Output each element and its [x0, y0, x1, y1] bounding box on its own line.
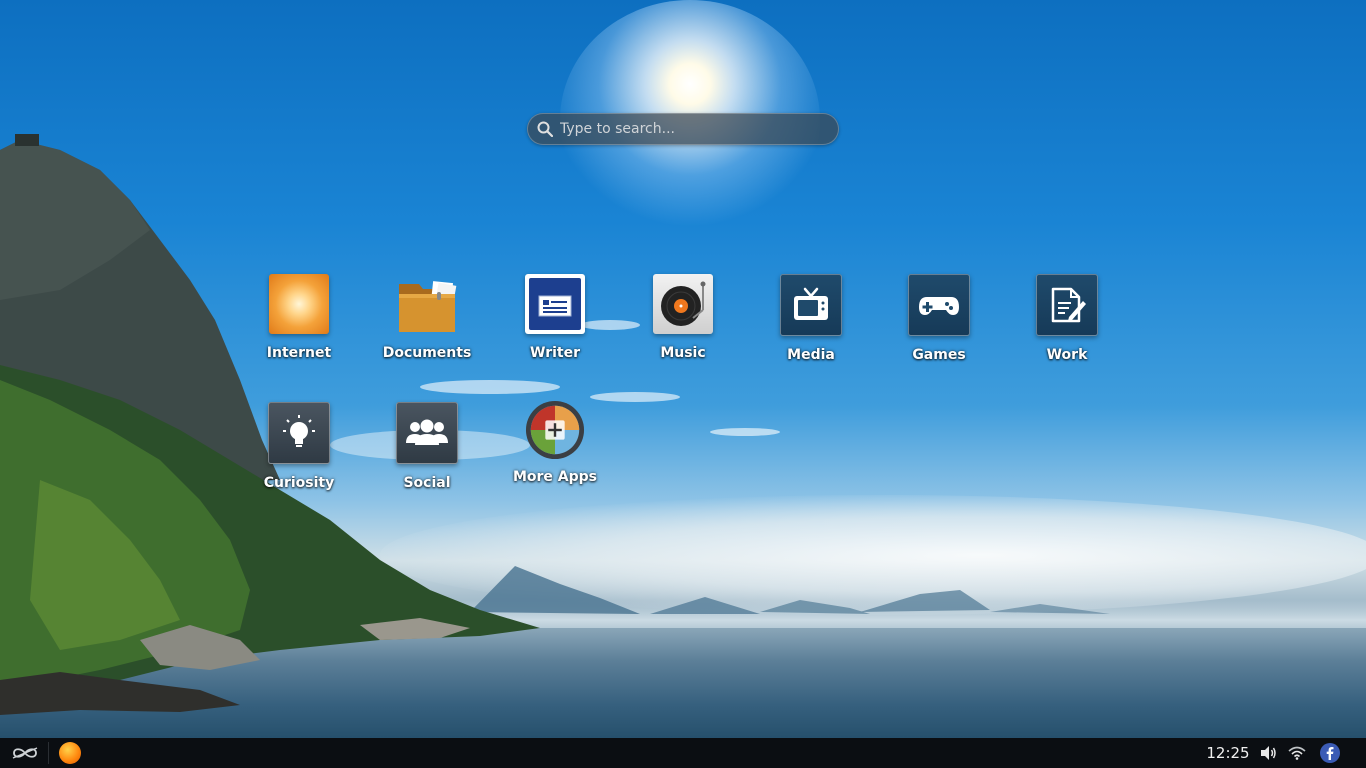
landscape — [0, 134, 1110, 715]
app-label: Games — [912, 347, 966, 363]
turntable-icon — [653, 274, 713, 334]
app-games[interactable]: Games — [884, 274, 994, 363]
app-label: Internet — [266, 345, 332, 361]
app-work[interactable]: Work — [1012, 274, 1122, 363]
app-label: More Apps — [512, 469, 598, 485]
app-label: Media — [787, 347, 835, 363]
app-internet[interactable]: Internet — [244, 274, 354, 361]
app-label: Curiosity — [263, 475, 335, 491]
app-documents[interactable]: Documents — [372, 274, 482, 361]
gamepad-icon — [908, 274, 970, 336]
wifi-icon[interactable] — [1284, 738, 1310, 768]
app-social[interactable]: Social — [372, 402, 482, 491]
app-more-apps[interactable]: More Apps — [500, 400, 610, 485]
lightbulb-icon — [268, 402, 330, 464]
desktop-wallpaper — [0, 0, 1366, 738]
facebook-icon[interactable] — [1318, 738, 1342, 768]
search-input[interactable] — [558, 115, 838, 143]
tv-icon — [780, 274, 842, 336]
app-label: Social — [403, 475, 451, 491]
app-label: Music — [660, 345, 706, 361]
search-icon — [536, 120, 554, 138]
app-media[interactable]: Media — [756, 274, 866, 363]
taskbar: 12:25 — [0, 738, 1366, 768]
app-label: Documents — [382, 345, 472, 361]
app-label: Work — [1046, 347, 1088, 363]
people-icon — [396, 402, 458, 464]
volume-icon[interactable] — [1256, 738, 1280, 768]
taskbar-divider — [48, 742, 49, 764]
app-label: Writer — [530, 345, 580, 361]
document-edit-icon — [1036, 274, 1098, 336]
app-store-icon — [525, 400, 585, 460]
browser-icon[interactable] — [56, 738, 84, 768]
search-bar[interactable] — [527, 113, 839, 145]
app-curiosity[interactable]: Curiosity — [244, 402, 354, 491]
endless-logo-icon[interactable] — [8, 738, 42, 768]
writer-icon — [525, 274, 585, 334]
internet-icon — [269, 274, 329, 334]
app-music[interactable]: Music — [628, 274, 738, 361]
clock[interactable]: 12:25 — [1200, 738, 1256, 768]
folder-icon — [397, 274, 457, 334]
app-writer[interactable]: Writer — [500, 274, 610, 361]
